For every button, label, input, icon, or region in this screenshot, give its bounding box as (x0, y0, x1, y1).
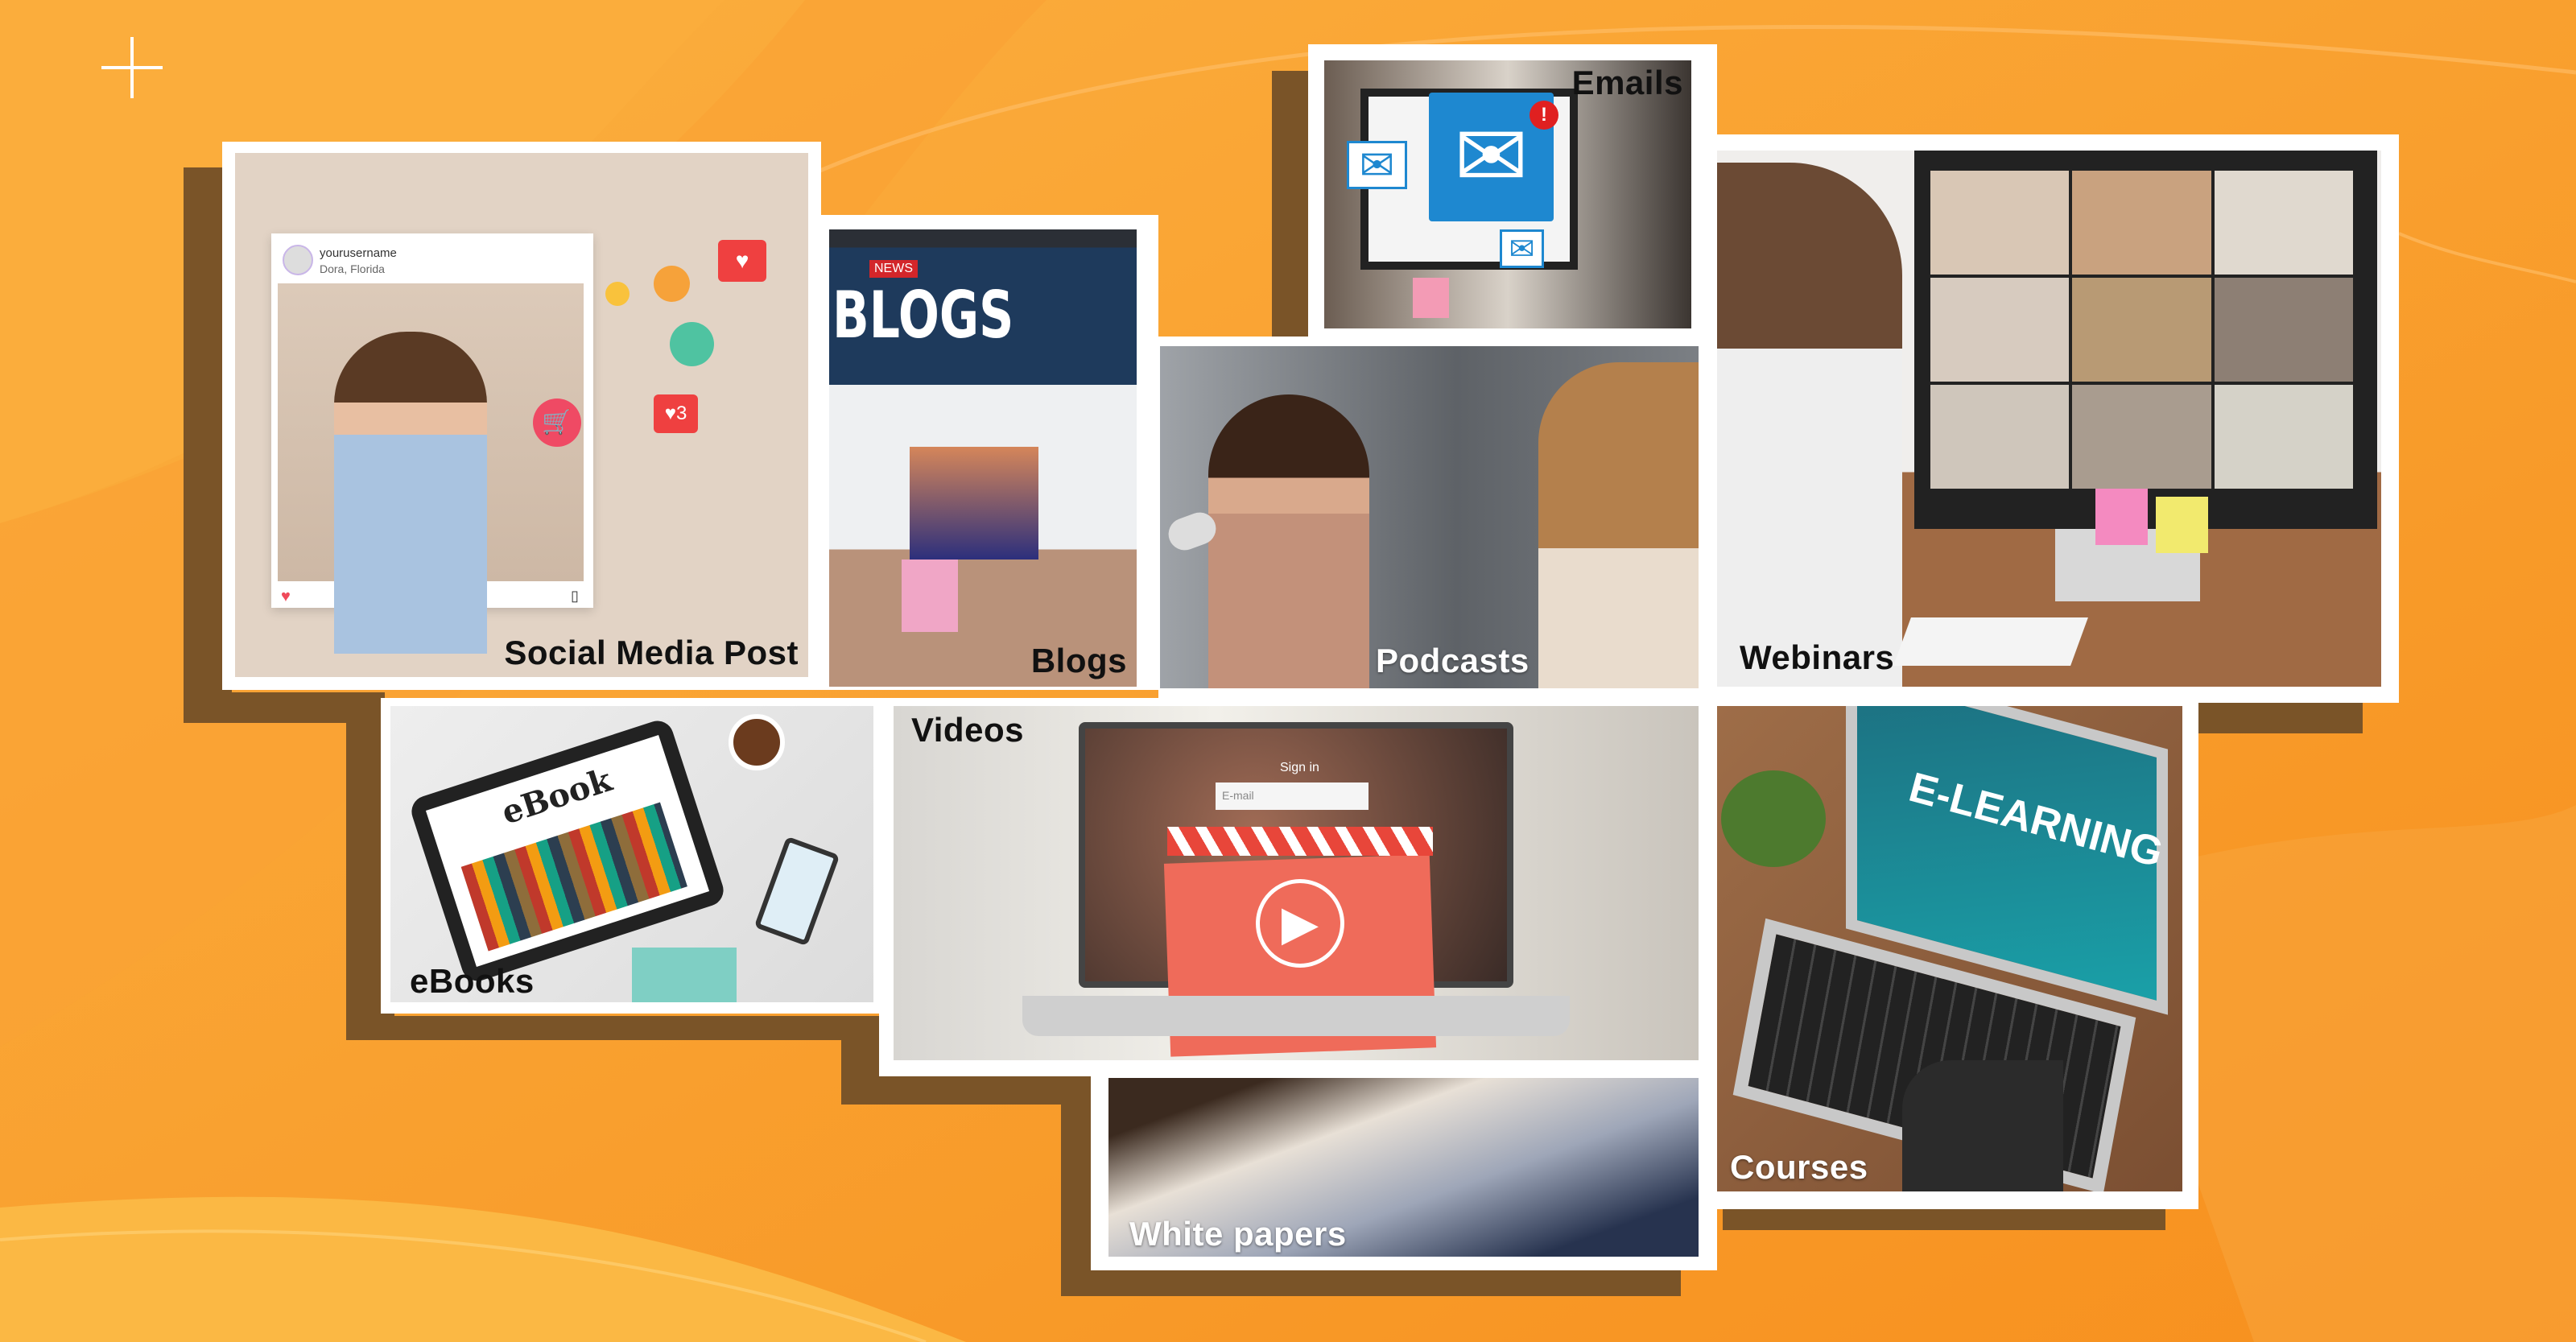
tile-label: Emails (1571, 64, 1683, 101)
clapper-stripes (1167, 827, 1433, 856)
envelope-icon: ✉ (1347, 141, 1407, 189)
blogs-screen-title: BLOGS (832, 278, 1014, 353)
shopping-cart-icon: 🛒 (533, 398, 581, 447)
participant-tile (2072, 385, 2211, 489)
tile-label: Podcasts (1376, 642, 1530, 679)
emails-photo: ✉ ! ✉ ✉ Emails (1324, 60, 1691, 328)
tile-label: eBooks (410, 962, 535, 1000)
post-username: yourusername (320, 246, 397, 260)
tile-white-papers[interactable]: White papers (1091, 1076, 1717, 1270)
sticky-note (902, 560, 958, 632)
tile-shadow (841, 1076, 1099, 1105)
tile-label: Blogs (1030, 642, 1127, 679)
play-icon[interactable]: ▶ (1256, 879, 1344, 968)
tile-label: Webinars (1740, 638, 1895, 676)
user-icon (605, 282, 630, 306)
hand (1902, 1060, 2063, 1191)
videos-photo: Sign in E-mail ▶ Videos (894, 706, 1699, 1060)
tile-shadow (1723, 1208, 2165, 1230)
plus-icon (101, 37, 163, 98)
participant-tile (2214, 385, 2353, 489)
email-field: E-mail (1216, 782, 1368, 810)
whitepapers-photo: White papers (1108, 1078, 1699, 1257)
participant-tile (1930, 385, 2070, 489)
tile-videos[interactable]: Sign in E-mail ▶ Videos (879, 698, 1717, 1076)
heart-bubble-icon: ♥3 (654, 394, 698, 433)
post-location: Dora, Florida (320, 262, 385, 275)
news-tag: NEWS (869, 260, 918, 278)
tile-label: Courses (1730, 1148, 1868, 1186)
tile-courses[interactable]: E-LEARNING Courses (1717, 698, 2198, 1209)
tile-label: White papers (1129, 1215, 1347, 1253)
tablet: eBook (407, 716, 728, 985)
signin-label: Sign in (1280, 761, 1319, 774)
tile-shadow (1061, 1270, 1681, 1296)
like-icon (670, 322, 714, 366)
bookmark-icon[interactable]: ▯ (571, 588, 579, 605)
laptop-base (1022, 996, 1570, 1036)
sticky-note (1413, 278, 1449, 318)
participant-tile (2072, 278, 2211, 382)
social-photo: yourusername Dora, Florida ♥ ▯ 🛒 ♥ ♥3 So… (235, 153, 808, 677)
participant-tile (1930, 278, 2070, 382)
tablet-screen: eBook (425, 735, 710, 967)
share-icon (654, 266, 690, 302)
participant-tile (2214, 278, 2353, 382)
keyboard (1893, 617, 2088, 666)
alert-icon: ! (1530, 101, 1558, 130)
sticky-note (2156, 497, 2208, 553)
tile-social-media-post[interactable]: yourusername Dora, Florida ♥ ▯ 🛒 ♥ ♥3 So… (222, 142, 821, 690)
avatar (283, 245, 313, 275)
tile-label: Videos (911, 711, 1024, 749)
participant-tile (2214, 171, 2353, 275)
tile-emails[interactable]: ✉ ! ✉ ✉ Emails (1308, 44, 1717, 349)
tile-webinars[interactable]: Webinars (1717, 134, 2399, 703)
bookshelf (460, 802, 687, 952)
heart-bubble-icon: ♥ (718, 240, 766, 282)
webinars-photo: Webinars (1717, 151, 2381, 687)
podcasts-photo: Podcasts (1160, 346, 1699, 688)
tile-ebooks[interactable]: eBook eBooks (381, 698, 887, 1014)
participant-tile (1930, 171, 2070, 275)
woman-viewer (1717, 163, 1902, 687)
sticky-note (2095, 489, 2148, 545)
woman-figure (334, 332, 487, 654)
video-player (910, 447, 1038, 560)
courses-photo: E-LEARNING Courses (1717, 706, 2182, 1191)
envelope-icon: ✉ (1500, 229, 1544, 268)
notebook (632, 948, 737, 1002)
blogs-photo: NEWS BLOGS Blogs (829, 229, 1137, 687)
tile-podcasts[interactable]: Podcasts (1158, 337, 1717, 698)
tile-label: Social Media Post (504, 634, 799, 671)
tile-shadow (346, 1016, 894, 1040)
woman-guest (1538, 362, 1699, 688)
tile-blogs[interactable]: NEWS BLOGS Blogs (821, 215, 1158, 690)
woman-host (1208, 394, 1369, 688)
coffee-cup (729, 714, 785, 770)
video-call-grid (1914, 151, 2377, 529)
tile-shadow (2198, 703, 2363, 733)
phone (753, 836, 840, 947)
ebooks-photo: eBook eBooks (390, 706, 873, 1002)
heart-icon[interactable]: ♥ (281, 588, 291, 606)
plant (1721, 770, 1826, 867)
participant-tile (2072, 171, 2211, 275)
